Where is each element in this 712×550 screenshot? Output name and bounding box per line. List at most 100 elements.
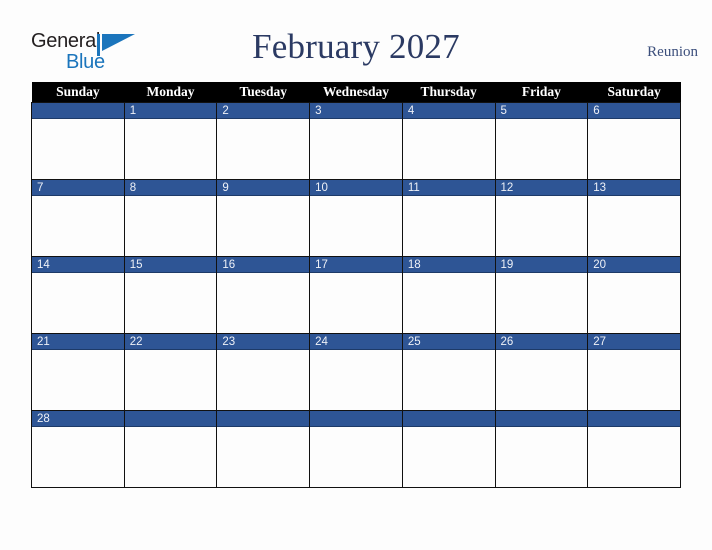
- day-number: 8: [124, 180, 217, 196]
- calendar-day-cell[interactable]: 16: [216, 256, 311, 334]
- day-events-area[interactable]: [125, 273, 217, 332]
- day-events-area[interactable]: [217, 350, 309, 409]
- calendar-day-cell[interactable]: 17: [309, 256, 403, 334]
- calendar-day-cell[interactable]: 13: [587, 179, 681, 257]
- day-events-area[interactable]: [310, 196, 402, 255]
- day-events-area[interactable]: [403, 119, 495, 178]
- calendar-day-cell[interactable]: 4: [401, 102, 496, 180]
- day-events-area[interactable]: [125, 196, 217, 255]
- calendar-day-cell[interactable]: 23: [216, 333, 311, 411]
- calendar-day-cell[interactable]: 8: [123, 179, 218, 257]
- day-number: 25: [402, 334, 495, 350]
- calendar-day-cell[interactable]: [31, 102, 125, 180]
- calendar-grid: Sunday Monday Tuesday Wednesday Thursday…: [31, 82, 681, 488]
- day-number: [402, 411, 495, 427]
- calendar-day-cell[interactable]: 10: [309, 179, 403, 257]
- calendar-day-cell[interactable]: 28: [31, 410, 125, 488]
- day-number: 2: [217, 103, 310, 119]
- calendar-day-cell[interactable]: 25: [401, 333, 496, 411]
- day-events-area[interactable]: [310, 350, 402, 409]
- day-number: [588, 411, 680, 427]
- day-number: [495, 411, 588, 427]
- calendar-week-row: 28: [31, 410, 681, 488]
- day-number: 5: [495, 103, 588, 119]
- day-events-area[interactable]: [217, 196, 309, 255]
- day-number: 23: [217, 334, 310, 350]
- calendar-week-row: 21 22 23 24 25 26 27: [31, 333, 681, 411]
- calendar-day-cell[interactable]: [494, 410, 589, 488]
- day-number: 7: [32, 180, 124, 196]
- page-header: General Blue February 2027 Reunion: [0, 0, 712, 80]
- day-number: 16: [217, 257, 310, 273]
- calendar-day-cell[interactable]: 11: [401, 179, 496, 257]
- day-events-area[interactable]: [125, 350, 217, 409]
- calendar-day-cell[interactable]: 20: [587, 256, 681, 334]
- day-events-area[interactable]: [496, 196, 588, 255]
- calendar-day-cell[interactable]: 24: [309, 333, 403, 411]
- day-events-area[interactable]: [217, 119, 309, 178]
- day-events-area[interactable]: [217, 427, 309, 486]
- day-events-area[interactable]: [588, 427, 680, 486]
- day-number: 24: [310, 334, 402, 350]
- calendar-day-cell[interactable]: 2: [216, 102, 311, 180]
- calendar-day-cell[interactable]: 18: [401, 256, 496, 334]
- day-events-area[interactable]: [496, 119, 588, 178]
- day-events-area[interactable]: [32, 273, 124, 332]
- calendar-day-cell[interactable]: 14: [31, 256, 125, 334]
- calendar-day-cell[interactable]: 9: [216, 179, 311, 257]
- calendar-day-cell[interactable]: [216, 410, 311, 488]
- day-events-area[interactable]: [32, 350, 124, 409]
- calendar-day-cell[interactable]: 21: [31, 333, 125, 411]
- day-number: 28: [32, 411, 124, 427]
- calendar-header-row: Sunday Monday Tuesday Wednesday Thursday…: [31, 82, 681, 103]
- day-events-area[interactable]: [32, 196, 124, 255]
- day-events-area[interactable]: [310, 427, 402, 486]
- day-events-area[interactable]: [403, 196, 495, 255]
- day-events-area[interactable]: [496, 350, 588, 409]
- day-number: 1: [124, 103, 217, 119]
- calendar-day-cell[interactable]: 3: [309, 102, 403, 180]
- day-events-area[interactable]: [403, 427, 495, 486]
- calendar-day-cell[interactable]: [587, 410, 681, 488]
- day-number: 20: [588, 257, 680, 273]
- day-events-area[interactable]: [125, 427, 217, 486]
- day-number: 14: [32, 257, 124, 273]
- calendar-day-cell[interactable]: 26: [494, 333, 589, 411]
- calendar-day-cell[interactable]: 22: [123, 333, 218, 411]
- day-number: 10: [310, 180, 402, 196]
- day-events-area[interactable]: [32, 119, 124, 178]
- day-events-area[interactable]: [588, 196, 680, 255]
- calendar-day-cell[interactable]: 15: [123, 256, 218, 334]
- calendar-day-cell[interactable]: 19: [494, 256, 589, 334]
- calendar-day-cell[interactable]: 7: [31, 179, 125, 257]
- day-events-area[interactable]: [403, 350, 495, 409]
- locale-label: Reunion: [647, 44, 698, 60]
- calendar-day-cell[interactable]: 5: [494, 102, 589, 180]
- day-events-area[interactable]: [588, 350, 680, 409]
- calendar-day-cell[interactable]: 12: [494, 179, 589, 257]
- weekday-header-friday: Friday: [495, 82, 588, 103]
- day-events-area[interactable]: [403, 273, 495, 332]
- weekday-header-saturday: Saturday: [587, 82, 681, 103]
- day-events-area[interactable]: [310, 119, 402, 178]
- calendar-day-cell[interactable]: 27: [587, 333, 681, 411]
- calendar-day-cell[interactable]: [401, 410, 496, 488]
- day-events-area[interactable]: [125, 119, 217, 178]
- day-events-area[interactable]: [32, 427, 124, 486]
- day-events-area[interactable]: [496, 427, 588, 486]
- day-events-area[interactable]: [588, 119, 680, 178]
- calendar-day-cell[interactable]: 1: [123, 102, 218, 180]
- day-number: 3: [310, 103, 402, 119]
- day-number: [310, 411, 402, 427]
- day-events-area[interactable]: [217, 273, 309, 332]
- day-events-area[interactable]: [588, 273, 680, 332]
- day-number: 19: [495, 257, 588, 273]
- day-number: [124, 411, 217, 427]
- day-number: 15: [124, 257, 217, 273]
- calendar-day-cell[interactable]: [123, 410, 218, 488]
- day-number: 6: [588, 103, 680, 119]
- day-events-area[interactable]: [310, 273, 402, 332]
- calendar-day-cell[interactable]: 6: [587, 102, 681, 180]
- calendar-day-cell[interactable]: [309, 410, 403, 488]
- day-events-area[interactable]: [496, 273, 588, 332]
